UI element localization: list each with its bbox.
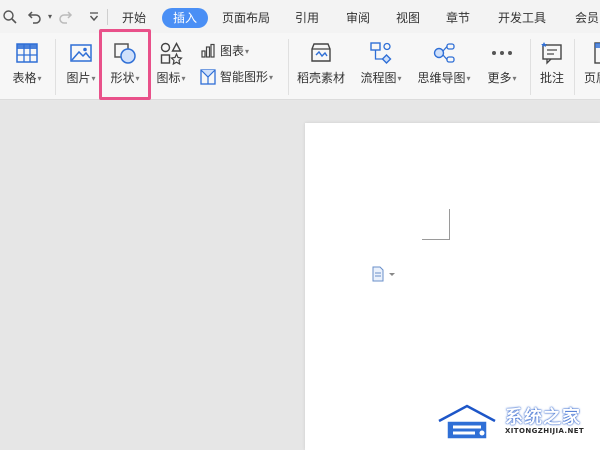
ribbon-separator — [288, 39, 289, 95]
more-icon — [492, 51, 512, 55]
chevron-down-icon: ▾ — [269, 73, 274, 82]
chevron-down-icon: ▾ — [397, 74, 402, 83]
table-button[interactable]: 表格▾ — [6, 33, 48, 100]
ribbon-separator — [574, 39, 575, 95]
comment-label: 批注 — [539, 71, 564, 85]
chart-label: 图表 — [220, 44, 245, 58]
shape-button-highlight — [99, 29, 151, 100]
ribbon-separator — [530, 39, 531, 95]
smart-shape-icon — [200, 69, 216, 85]
chevron-down-icon: ▾ — [512, 74, 517, 83]
flowchart-label: 流程图 — [360, 71, 397, 85]
tab-insert[interactable]: 插入 — [162, 8, 209, 28]
header-label: 页眉 — [584, 71, 600, 85]
icon-library-icon — [160, 42, 183, 65]
tab-chapter[interactable]: 章节 — [446, 8, 470, 28]
tab-page-layout[interactable]: 页面布局 — [222, 8, 270, 28]
chevron-down-icon: ▾ — [37, 74, 42, 83]
toolbar-separator — [107, 9, 108, 25]
materials-label: 稻壳素材 — [296, 71, 345, 85]
materials-icon — [311, 43, 331, 62]
undo-dropdown-icon[interactable]: ▾ — [42, 9, 58, 25]
picture-icon — [70, 44, 92, 62]
mindmap-button[interactable]: 思维导图▾ — [412, 33, 476, 100]
chevron-down-icon: ▾ — [245, 47, 250, 56]
ribbon-separator — [55, 39, 56, 95]
table-icon — [16, 43, 38, 63]
materials-button[interactable]: 稻壳素材 — [293, 33, 349, 100]
smart-shape-label: 智能图形 — [220, 70, 269, 84]
chevron-down-icon: ▾ — [181, 74, 186, 83]
watermark-url: XITONGZHIJIA.NET — [505, 427, 585, 435]
comment-button[interactable]: 批注 — [534, 33, 570, 100]
mindmap-label: 思维导图 — [417, 71, 466, 85]
watermark: 系统之家 XITONGZHIJIA.NET — [435, 401, 595, 445]
page-margin-marker — [422, 209, 450, 240]
table-label: 表格 — [12, 71, 37, 85]
more-label: 更多 — [487, 71, 512, 85]
tab-review[interactable]: 审阅 — [346, 8, 370, 28]
ribbon-tab-bar: ▾ 开始 插入 页面布局 引用 审阅 视图 章节 开发工具 会员 — [0, 0, 600, 33]
tab-home[interactable]: 开始 — [122, 8, 146, 28]
print-preview-icon[interactable] — [2, 9, 18, 25]
customize-toolbar-icon[interactable] — [86, 9, 102, 25]
undo-icon[interactable] — [26, 9, 42, 25]
tab-member[interactable]: 会员 — [575, 8, 599, 28]
header-icon — [594, 42, 600, 64]
smart-shape-button[interactable]: 智能图形▾ — [200, 67, 282, 87]
icon-button[interactable]: 图标▾ — [152, 33, 190, 100]
tab-view[interactable]: 视图 — [396, 8, 420, 28]
flowchart-button[interactable]: 流程图▾ — [355, 33, 407, 100]
insert-ribbon: 表格▾ 图片▾ 形状▾ 图标▾ 图表▾ 智能图形▾ 稻壳素材 流程图▾ 思维导图… — [0, 33, 600, 100]
picture-label: 图片 — [66, 71, 91, 85]
redo-icon[interactable] — [58, 9, 74, 25]
chevron-down-icon: ▾ — [91, 74, 96, 83]
comment-icon — [541, 42, 562, 65]
tab-references[interactable]: 引用 — [295, 8, 319, 28]
bar-chart-icon — [201, 43, 215, 58]
paste-options-icon[interactable] — [371, 266, 399, 282]
tab-developer[interactable]: 开发工具 — [498, 8, 546, 28]
flowchart-icon — [370, 42, 392, 64]
document-area[interactable] — [0, 101, 600, 450]
watermark-logo — [437, 403, 497, 440]
icon-label: 图标 — [156, 71, 181, 85]
header-button[interactable]: 页眉 — [580, 33, 600, 100]
picture-button[interactable]: 图片▾ — [60, 33, 102, 100]
mindmap-icon — [433, 43, 455, 63]
chevron-down-icon: ▾ — [466, 74, 471, 83]
more-button[interactable]: 更多▾ — [480, 33, 524, 100]
watermark-title: 系统之家 — [505, 407, 581, 428]
chart-button[interactable]: 图表▾ — [200, 41, 270, 61]
